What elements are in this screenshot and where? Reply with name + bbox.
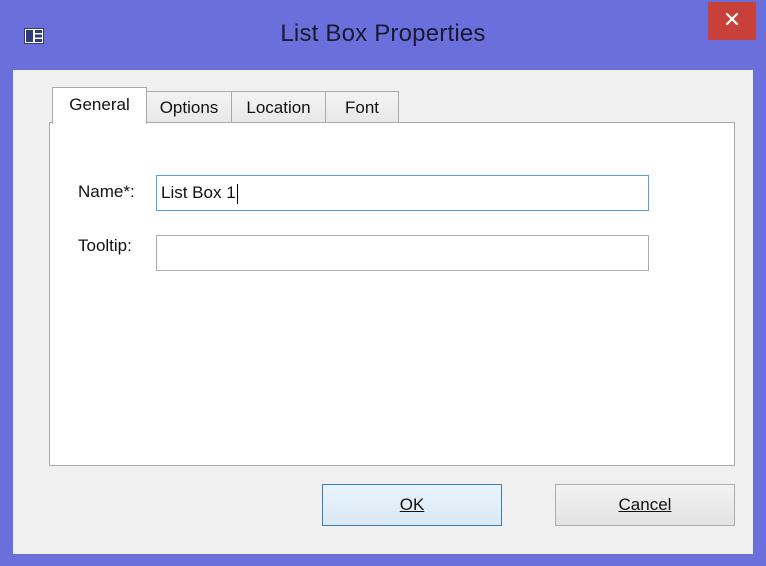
name-field[interactable]: List Box 1 xyxy=(156,175,649,211)
tooltip-field[interactable] xyxy=(156,235,649,271)
tab-location[interactable]: Location xyxy=(231,91,326,122)
tab-options[interactable]: Options xyxy=(146,91,232,122)
cancel-button-label: Cancel xyxy=(618,495,672,514)
cancel-button[interactable]: Cancel xyxy=(555,484,735,526)
tab-panel-general: Name*: List Box 1 Tooltip: xyxy=(49,122,735,466)
dialog-body: General Options Location Font Name*: Lis… xyxy=(13,70,753,554)
ok-button-label: OK xyxy=(399,495,425,514)
close-button[interactable] xyxy=(708,2,756,40)
tab-general[interactable]: General xyxy=(52,87,147,124)
title-bar[interactable]: List Box Properties xyxy=(0,0,766,70)
text-caret xyxy=(236,183,238,204)
tab-font[interactable]: Font xyxy=(325,91,399,122)
ok-button[interactable]: OK xyxy=(322,484,502,526)
window-title: List Box Properties xyxy=(280,20,486,47)
name-field-value: List Box 1 xyxy=(161,183,236,202)
dialog-window: List Box Properties General Options Loca… xyxy=(0,0,766,566)
tooltip-label: Tooltip: xyxy=(78,236,132,255)
close-icon xyxy=(725,12,739,31)
name-label: Name*: xyxy=(78,182,135,201)
